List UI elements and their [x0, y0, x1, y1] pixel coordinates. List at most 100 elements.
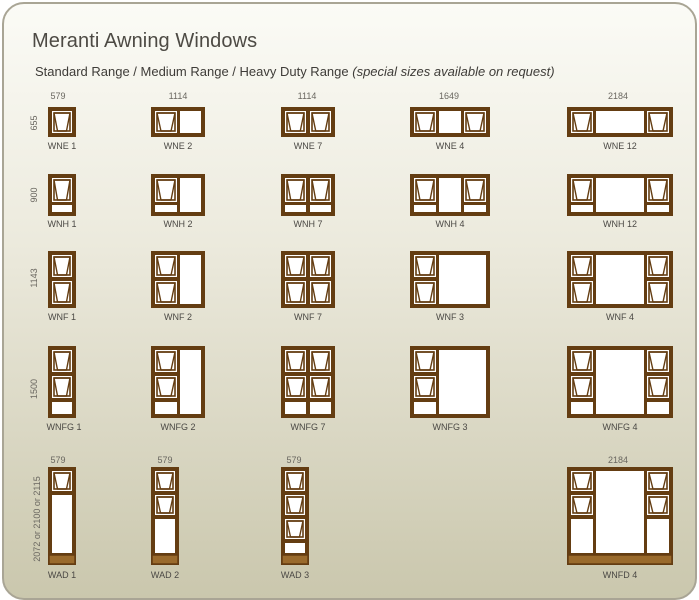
label-wnh-7: WNH 7	[293, 219, 323, 229]
label-wad-3: WAD 3	[280, 570, 310, 580]
fixed-pane	[594, 469, 646, 555]
width-label-col3: 1114	[297, 91, 317, 101]
width-label-col5: 2184	[607, 91, 629, 101]
fixed-pane	[645, 203, 671, 214]
fixed-pane	[594, 253, 646, 306]
fixed-pane	[412, 203, 438, 214]
label-wnf-7: WNF 7	[294, 312, 322, 322]
label-wne-2: WNE 2	[163, 141, 193, 151]
label-wnf-3: WNF 3	[436, 312, 464, 322]
window-wnf-7	[281, 251, 335, 308]
fixed-pane	[437, 348, 488, 416]
door-wad-1	[48, 467, 76, 565]
window-wnfg-7	[281, 346, 335, 418]
height-label-row3: 1143	[29, 268, 39, 288]
diagram-panel: Meranti Awning Windows Standard Range / …	[2, 2, 697, 600]
fixed-pane	[594, 348, 646, 416]
door-sill	[567, 554, 673, 565]
window-wnh-1	[48, 174, 76, 216]
fixed-pane	[412, 400, 438, 416]
fixed-pane	[308, 400, 333, 416]
fixed-pane	[437, 176, 463, 214]
window-wne-12	[567, 107, 673, 137]
label-wnh-2: WNH 2	[163, 219, 193, 229]
fixed-pane	[437, 253, 488, 306]
label-wnfg-3: WNFG 3	[432, 422, 468, 432]
fixed-pane	[308, 203, 333, 214]
fixed-pane	[569, 517, 595, 555]
fixed-pane	[50, 400, 74, 416]
height-label-row4: 1500	[29, 378, 39, 400]
fixed-pane	[178, 109, 203, 135]
fixed-pane	[437, 109, 463, 135]
fixed-pane	[645, 400, 671, 416]
door-width-label-1: 579	[50, 455, 66, 465]
door-wad-2	[151, 467, 179, 565]
door-width-label-2: 579	[157, 455, 173, 465]
fixed-pane	[153, 517, 177, 555]
window-wne-2	[151, 107, 205, 137]
fixed-pane	[178, 176, 203, 214]
label-wad-1: WAD 1	[47, 570, 77, 580]
window-wne-4	[410, 107, 490, 137]
width-label-col1: 579	[50, 91, 66, 101]
label-wnfg-1: WNFG 1	[46, 422, 82, 432]
fixed-pane	[153, 400, 179, 416]
page-subtitle: Standard Range / Medium Range / Heavy Du…	[35, 64, 555, 79]
label-wnfg-7: WNFG 7	[290, 422, 326, 432]
window-wnf-1	[48, 251, 76, 308]
label-wnh-4: WNH 4	[435, 219, 465, 229]
label-wnfg-4: WNFG 4	[602, 422, 638, 432]
label-wnf-1: WNF 1	[48, 312, 76, 322]
window-wnh-2	[151, 174, 205, 216]
label-wnf-4: WNF 4	[606, 312, 634, 322]
subtitle-note: (special sizes available on request)	[352, 64, 555, 79]
window-wnh-12	[567, 174, 673, 216]
fixed-pane	[50, 493, 74, 555]
fixed-pane	[594, 176, 646, 214]
fixed-pane	[50, 203, 74, 214]
fixed-pane	[645, 517, 671, 555]
label-wnh-1: WNH 1	[47, 219, 77, 229]
window-wne-1	[48, 107, 76, 137]
window-wne-7	[281, 107, 335, 137]
width-label-col2: 1114	[168, 91, 188, 101]
label-wnfd-4: WNFD 4	[602, 570, 638, 580]
height-label-row5: 2072 or 2100 or 2115	[32, 476, 42, 562]
subtitle-ranges: Standard Range / Medium Range / Heavy Du…	[35, 64, 349, 79]
window-wnh-7	[281, 174, 335, 216]
window-wnfg-2	[151, 346, 205, 418]
window-wnf-3	[410, 251, 490, 308]
label-wnh-12: WNH 12	[602, 219, 638, 229]
window-wnfg-1	[48, 346, 76, 418]
fixed-pane	[178, 253, 203, 306]
fixed-pane	[283, 400, 308, 416]
door-wad-3	[281, 467, 309, 565]
label-wad-2: WAD 2	[150, 570, 180, 580]
fixed-pane	[283, 541, 307, 555]
fixed-pane	[153, 203, 179, 214]
fixed-pane	[569, 400, 595, 416]
label-wne-4: WNE 4	[435, 141, 465, 151]
width-label-col4: 1649	[438, 91, 460, 101]
fixed-pane	[594, 109, 646, 135]
door-wnfd-4	[567, 467, 673, 565]
door-width-label-4: 2184	[607, 455, 629, 465]
label-wne-1: WNE 1	[47, 141, 77, 151]
window-wnf-4	[567, 251, 673, 308]
door-sill	[281, 554, 309, 565]
height-label-row1: 655	[29, 115, 39, 131]
door-width-label-3: 579	[286, 455, 302, 465]
label-wnf-2: WNF 2	[164, 312, 192, 322]
label-wne-12: WNE 12	[603, 141, 637, 151]
fixed-pane	[569, 203, 595, 214]
fixed-pane	[283, 203, 308, 214]
window-wnfg-3	[410, 346, 490, 418]
fixed-pane	[178, 348, 203, 416]
fixed-pane	[462, 203, 488, 214]
label-wne-7: WNE 7	[293, 141, 323, 151]
door-sill	[151, 554, 179, 565]
label-wnfg-2: WNFG 2	[160, 422, 196, 432]
door-sill	[48, 554, 76, 565]
height-label-row2: 900	[29, 187, 39, 203]
